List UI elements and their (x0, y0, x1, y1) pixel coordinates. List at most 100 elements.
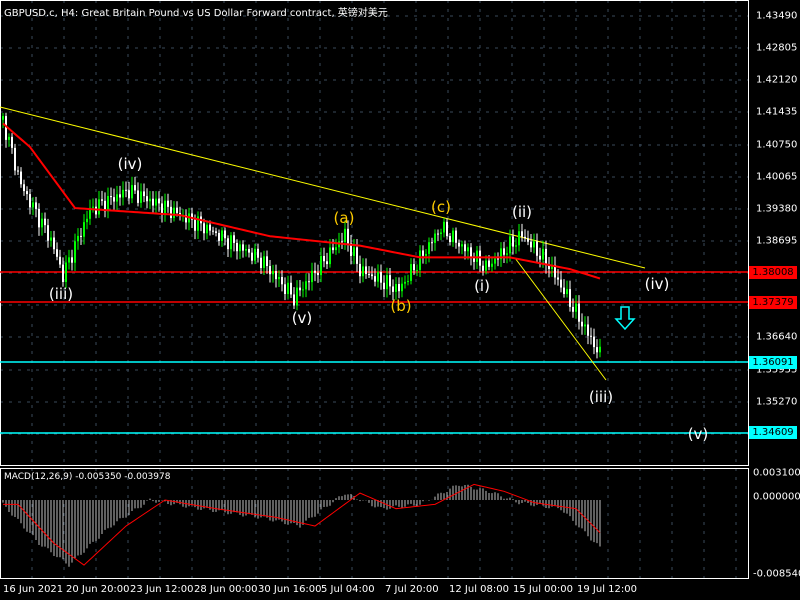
candle-body (455, 230, 457, 243)
macd-tick: 0.000000 (753, 491, 800, 503)
candle-body (242, 244, 244, 251)
candle-body (392, 286, 394, 292)
candle-body (527, 238, 529, 242)
candle-body (341, 241, 343, 243)
candle-body (77, 235, 79, 242)
candle-body (530, 241, 532, 248)
candle-body (167, 200, 169, 207)
candle-body (233, 235, 235, 243)
chart-title: GBPUSD.c, H4: Great Britain Pound vs US … (4, 8, 388, 19)
macd-title: MACD(12,26,9) -0.005350 -0.003978 (4, 472, 171, 482)
candle-body (518, 231, 520, 246)
candle-body (560, 279, 562, 288)
candle-body (404, 281, 406, 284)
candle-body (254, 248, 256, 261)
candle-body (533, 241, 535, 248)
candle-body (116, 194, 118, 202)
candle-body (50, 237, 52, 241)
trendline (0, 106, 646, 269)
candle-body (206, 224, 208, 234)
candle-body (452, 230, 454, 243)
candle-body (278, 276, 280, 280)
chart-window[interactable]: GBPUSD.c, H4: Great Britain Pound vs US … (0, 0, 800, 600)
candle-body (26, 191, 28, 195)
candle-body (410, 264, 412, 281)
candle-body (470, 247, 472, 258)
candle-body (47, 225, 49, 241)
price-tick: 1.35270 (756, 396, 798, 408)
wave-label: (ii) (511, 203, 533, 221)
candle-body (416, 269, 418, 271)
candle-body (347, 228, 349, 244)
candle-body (35, 202, 37, 209)
candle-body (329, 247, 331, 265)
macd-tick: 0.003100 (753, 467, 800, 479)
candle-body (368, 274, 370, 276)
price-tick: 1.42805 (756, 42, 798, 54)
candle-body (230, 235, 232, 250)
candle-body (170, 206, 172, 219)
candle-body (74, 241, 76, 263)
candle-body (290, 282, 292, 295)
candle-body (419, 250, 421, 270)
candle-body (143, 191, 145, 197)
time-tick: 20 Jun 20:00 (66, 584, 130, 595)
candle-body (125, 189, 127, 191)
candle-body (248, 248, 250, 253)
candle-body (398, 283, 400, 292)
candle-body (482, 265, 484, 271)
candle-body (509, 236, 511, 254)
candle-body (314, 270, 316, 273)
candle-body (122, 189, 124, 198)
candle-body (389, 275, 391, 287)
candle-body (227, 238, 229, 250)
candle-body (14, 147, 16, 171)
candle-body (362, 266, 364, 277)
level-tag-1: 1.38008 (749, 266, 797, 279)
candle-body (302, 289, 304, 291)
candle-body (494, 258, 496, 264)
price-tick: 1.41435 (756, 106, 798, 118)
candle-body (491, 263, 493, 267)
candle-body (17, 170, 19, 172)
candle-body (377, 272, 379, 282)
candle-body (8, 136, 10, 140)
candle-body (119, 194, 121, 198)
candle-body (107, 196, 109, 212)
candle-body (173, 207, 175, 219)
candle-body (68, 257, 70, 263)
candle-body (446, 221, 448, 237)
candle-body (65, 262, 67, 282)
candle-body (461, 244, 463, 247)
candle-body (155, 198, 157, 206)
candle-body (308, 281, 310, 283)
candle-body (596, 347, 598, 353)
candle-body (569, 289, 571, 307)
candle-body (413, 264, 415, 271)
candle-body (437, 233, 439, 235)
time-tick: 7 Jul 20:00 (385, 584, 439, 595)
candle-body (92, 206, 94, 208)
candle-body (386, 275, 388, 290)
price-tick: 1.43490 (756, 10, 798, 22)
price-tick: 1.36640 (756, 331, 798, 343)
price-tick: 1.40065 (756, 171, 798, 183)
candle-body (542, 248, 544, 260)
candle-body (299, 287, 301, 291)
candle-body (539, 255, 541, 260)
candle-body (38, 208, 40, 228)
price-tick: 1.39380 (756, 203, 798, 215)
level-tag-4: 1.34609 (749, 426, 797, 439)
candle-body (524, 236, 526, 239)
price-panel-frame (0, 0, 749, 466)
candle-body (128, 190, 130, 199)
candle-body (59, 256, 61, 265)
candle-body (71, 257, 73, 263)
candle-body (305, 281, 307, 290)
wave-label: (b) (390, 297, 412, 315)
candle-body (422, 250, 424, 256)
candle-body (365, 266, 367, 275)
price-tick: 1.40750 (756, 139, 798, 151)
candle-body (137, 190, 139, 203)
candle-body (521, 231, 523, 237)
